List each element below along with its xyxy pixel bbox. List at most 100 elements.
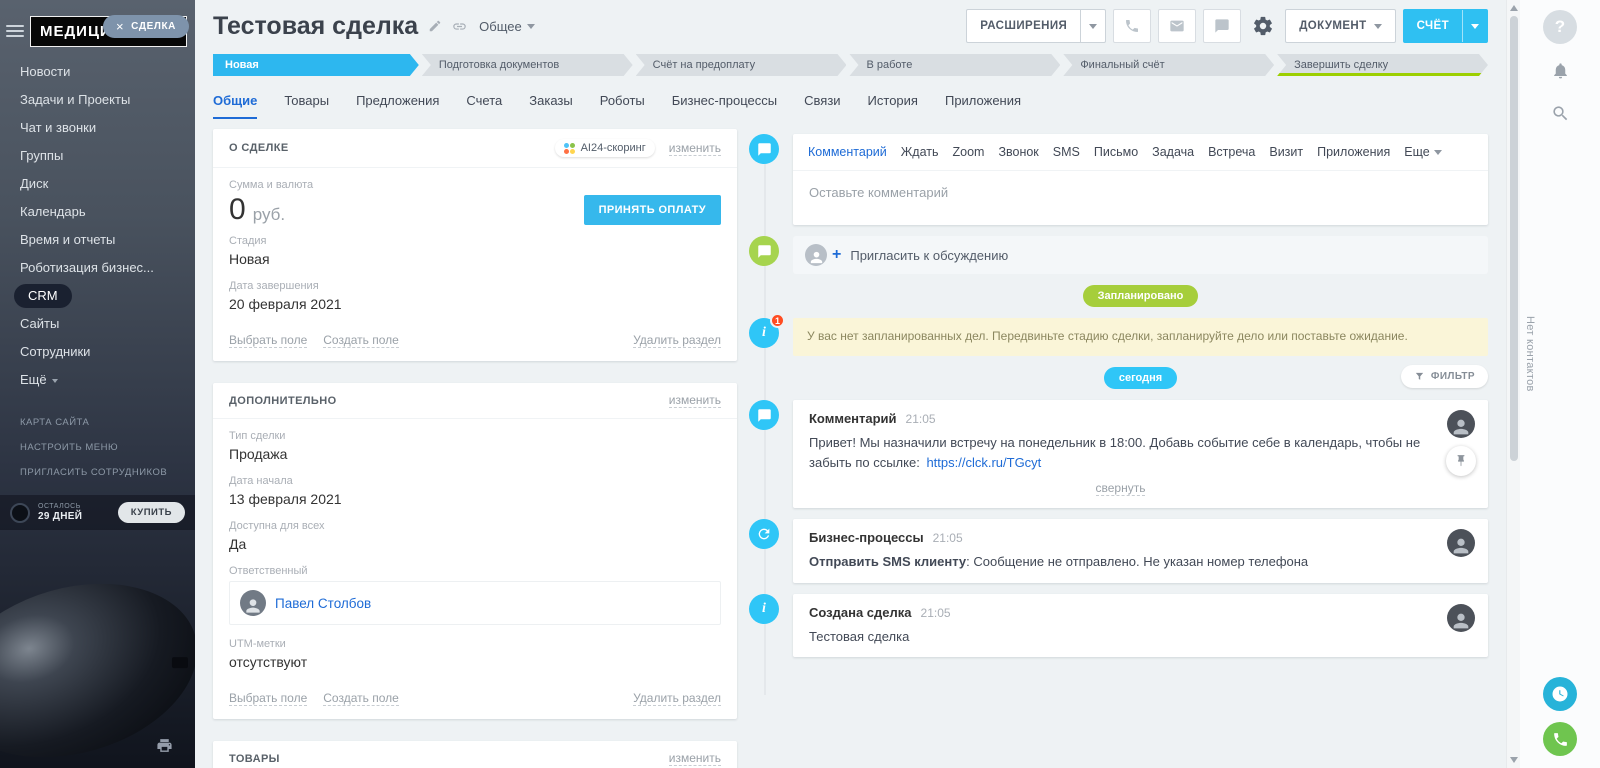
sitemap-link[interactable]: КАРТА САЙТА <box>0 410 195 435</box>
entry-text: Тестовая сделка <box>809 627 1432 647</box>
support-button[interactable] <box>1543 677 1577 711</box>
tab-invoices[interactable]: Счета <box>466 93 502 119</box>
edit-title-icon[interactable] <box>428 19 442 33</box>
invoice-button[interactable]: СЧЁТ <box>1403 9 1488 43</box>
delete-section-link[interactable]: Удалить раздел <box>633 691 721 706</box>
tab-quotes[interactable]: Предложения <box>356 93 439 119</box>
hamburger-menu-icon[interactable] <box>6 25 24 37</box>
stage-docs[interactable]: Подготовка документов <box>422 54 633 76</box>
edit-link[interactable]: изменить <box>669 751 721 766</box>
start-date-value[interactable]: 13 февраля 2021 <box>229 491 721 507</box>
ai-scoring-badge[interactable]: AI24-скоринг <box>555 139 655 157</box>
chevron-down-icon <box>1434 150 1442 155</box>
tab-business-processes[interactable]: Бизнес-процессы <box>672 93 777 119</box>
pin-button[interactable] <box>1446 446 1476 476</box>
select-field-link[interactable]: Выбрать поле <box>229 691 307 706</box>
select-field-link[interactable]: Выбрать поле <box>229 333 307 348</box>
tl-tab-call[interactable]: Звонок <box>998 145 1038 159</box>
tab-relations[interactable]: Связи <box>804 93 840 119</box>
document-button[interactable]: ДОКУМЕНТ <box>1285 9 1395 43</box>
tab-general[interactable]: Общие <box>213 93 257 119</box>
sidebar-item-employees[interactable]: Сотрудники <box>0 338 195 366</box>
stage-new[interactable]: Новая <box>213 54 419 76</box>
tl-tab-wait[interactable]: Ждать <box>901 145 939 159</box>
timeline-editor-row: Комментарий Ждать Zoom Звонок SMS Письмо… <box>749 134 1488 225</box>
collapse-link[interactable]: свернуть <box>1096 481 1146 496</box>
search-button[interactable] <box>1543 96 1577 130</box>
comment-input[interactable]: Оставьте комментарий <box>793 171 1488 225</box>
extensions-button[interactable]: РАСШИРЕНИЯ <box>966 9 1106 43</box>
tab-robots[interactable]: Роботы <box>600 93 645 119</box>
telephony-button[interactable] <box>1543 722 1577 756</box>
deal-tab-badge[interactable]: × СДЕЛКА <box>103 15 189 38</box>
stage-value[interactable]: Новая <box>229 251 721 267</box>
tl-tab-visit[interactable]: Визит <box>1269 145 1303 159</box>
settings-button[interactable] <box>1248 9 1278 43</box>
invite-employees-link[interactable]: ПРИГЛАСИТЬ СОТРУДНИКОВ <box>0 460 195 485</box>
configure-menu-link[interactable]: НАСТРОИТЬ МЕНЮ <box>0 435 195 460</box>
stage-prepay-invoice[interactable]: Счёт на предоплату <box>636 54 847 76</box>
printer-icon[interactable] <box>156 737 173 754</box>
filter-button[interactable]: ФИЛЬТР <box>1401 365 1488 388</box>
tl-tab-zoom[interactable]: Zoom <box>953 145 985 159</box>
accept-payment-button[interactable]: ПРИНЯТЬ ОПЛАТУ <box>584 195 721 225</box>
call-button[interactable] <box>1113 9 1151 43</box>
create-field-link[interactable]: Создать поле <box>323 333 399 348</box>
tl-tab-apps[interactable]: Приложения <box>1317 145 1390 159</box>
tl-tab-comment[interactable]: Комментарий <box>808 145 887 159</box>
sidebar-item-groups[interactable]: Группы <box>0 142 195 170</box>
tab-products[interactable]: Товары <box>284 93 329 119</box>
tl-tab-email[interactable]: Письмо <box>1094 145 1138 159</box>
vertical-scrollbar[interactable] <box>1506 0 1520 768</box>
sidebar-item-disk[interactable]: Диск <box>0 170 195 198</box>
tab-orders[interactable]: Заказы <box>529 93 572 119</box>
phone-icon <box>1124 18 1140 34</box>
invite-to-discussion[interactable]: + Пригласить к обсуждению <box>793 236 1488 274</box>
sidebar-item-sites[interactable]: Сайты <box>0 310 195 338</box>
extensions-dropdown[interactable] <box>1080 10 1105 42</box>
sidebar-item-automation[interactable]: Роботизация бизнес... <box>0 254 195 282</box>
sidebar-item-tasks[interactable]: Задачи и Проекты <box>0 86 195 114</box>
responsible-user-link[interactable]: Павел Столбов <box>275 596 371 611</box>
sidebar-item-crm[interactable]: CRM <box>0 282 195 310</box>
sidebar-item-news[interactable]: Новости <box>0 58 195 86</box>
delete-section-link[interactable]: Удалить раздел <box>633 333 721 348</box>
buy-button[interactable]: КУПИТЬ <box>118 502 185 523</box>
no-contacts-label: Нет контактов <box>1524 316 1536 392</box>
tab-apps[interactable]: Приложения <box>945 93 1021 119</box>
create-field-link[interactable]: Создать поле <box>323 691 399 706</box>
tl-tab-sms[interactable]: SMS <box>1053 145 1080 159</box>
help-button[interactable]: ? <box>1543 10 1577 44</box>
chat-button[interactable] <box>1203 9 1241 43</box>
scroll-down-arrow[interactable] <box>1510 757 1518 763</box>
entry-link[interactable]: https://clck.ru/TGcyt <box>926 455 1041 470</box>
invoice-dropdown[interactable] <box>1462 10 1487 42</box>
scrollbar-thumb[interactable] <box>1510 16 1518 461</box>
available-label: Доступна для всех <box>229 520 721 532</box>
available-value[interactable]: Да <box>229 536 721 552</box>
mail-button[interactable] <box>1158 9 1196 43</box>
stage-in-progress[interactable]: В работе <box>849 54 1060 76</box>
scroll-up-arrow[interactable] <box>1510 5 1518 11</box>
sidebar-item-more[interactable]: Ещё <box>0 366 195 394</box>
comment-entry-card: Комментарий 21:05 Привет! Мы назначили в… <box>793 400 1488 508</box>
tl-tab-task[interactable]: Задача <box>1152 145 1194 159</box>
edit-link[interactable]: изменить <box>669 141 721 156</box>
sidebar-item-time-reports[interactable]: Время и отчеты <box>0 226 195 254</box>
tl-tab-more[interactable]: Еще <box>1404 145 1441 159</box>
stage-final-invoice[interactable]: Финальный счёт <box>1063 54 1274 76</box>
tab-history[interactable]: История <box>868 93 918 119</box>
close-icon[interactable]: × <box>116 22 124 31</box>
section-dropdown[interactable]: Общее <box>479 19 535 34</box>
notifications-button[interactable] <box>1543 53 1577 87</box>
link-icon[interactable] <box>452 19 467 34</box>
tl-tab-meeting[interactable]: Встреча <box>1208 145 1255 159</box>
trial-banner: ОСТАЛОСЬ 29 ДНЕЙ КУПИТЬ <box>0 495 195 530</box>
main-content: Тестовая сделка Общее РАСШИРЕНИЯ <box>195 0 1506 768</box>
sidebar-item-chat[interactable]: Чат и звонки <box>0 114 195 142</box>
edit-link[interactable]: изменить <box>669 393 721 408</box>
stage-close-deal[interactable]: Завершить сделку <box>1277 54 1488 76</box>
end-date-value[interactable]: 20 февраля 2021 <box>229 296 721 312</box>
deal-type-value[interactable]: Продажа <box>229 446 721 462</box>
sidebar-item-calendar[interactable]: Календарь <box>0 198 195 226</box>
